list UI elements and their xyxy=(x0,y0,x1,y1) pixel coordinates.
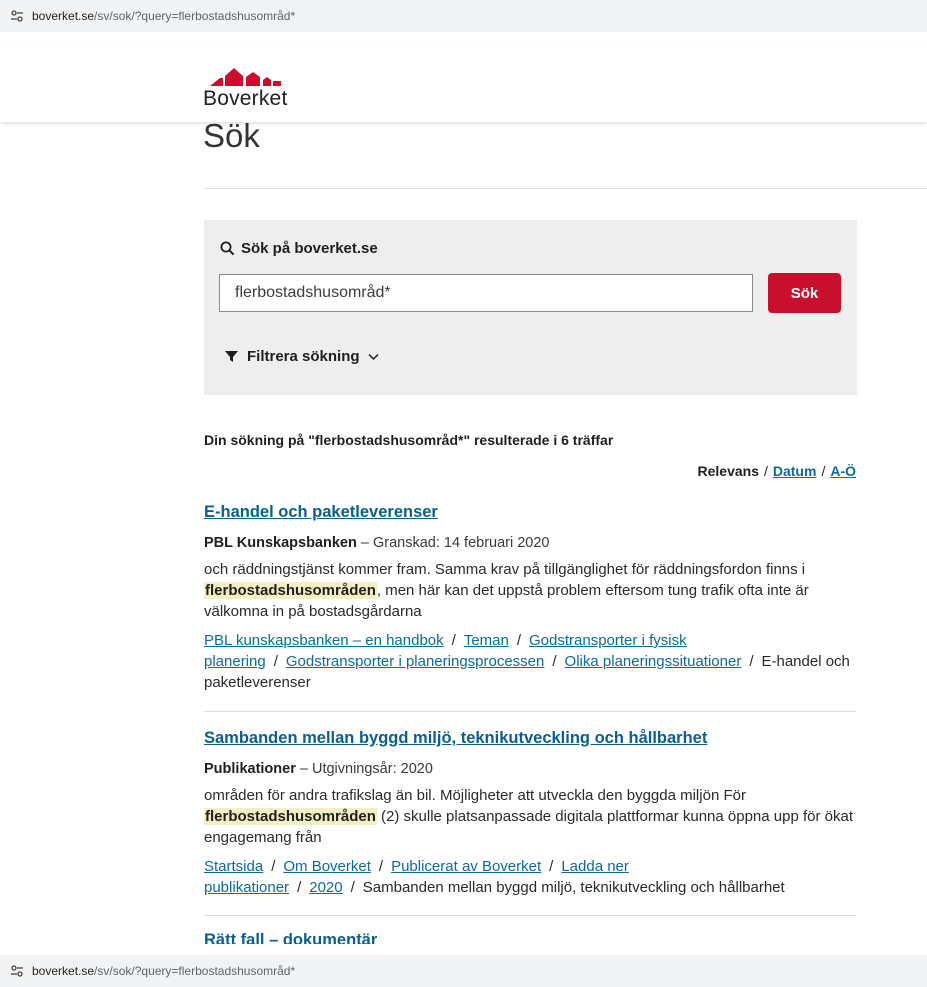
partial-result-title[interactable]: Rätt fall – dokumentär xyxy=(204,931,377,944)
breadcrumb-current: Sambanden mellan byggd miljö, teknikutve… xyxy=(362,879,785,896)
breadcrumb-separator: / xyxy=(271,858,276,875)
result-summary: Din sökning på "flerbostadshusområd*" re… xyxy=(204,432,614,448)
chevron-down-icon xyxy=(368,353,379,360)
breadcrumb-link[interactable]: Olika planeringssituationer xyxy=(565,653,742,670)
breadcrumb-link[interactable]: PBL kunskapsbanken – en handbok xyxy=(204,632,444,649)
url-domain: boverket.se xyxy=(32,964,95,978)
search-label: Sök på boverket.se xyxy=(220,240,378,257)
page-title: Sök xyxy=(203,117,260,154)
search-panel: Sök på boverket.se Sök Filtrera sökning xyxy=(204,220,857,395)
result-title: Sambanden mellan byggd miljö, teknikutve… xyxy=(204,729,856,748)
result-meta: Publikationer – Utgivningsår: 2020 xyxy=(204,761,856,777)
breadcrumb-separator: / xyxy=(552,653,557,670)
snippet-highlight: flerbostadshusområden xyxy=(204,582,377,599)
search-label-text: Sök på boverket.se xyxy=(241,240,378,257)
filter-label: Filtrera sökning xyxy=(247,348,360,365)
search-result: E-handel och paketleverenser PBL Kunskap… xyxy=(204,503,856,693)
sort-date-link[interactable]: Datum xyxy=(773,463,817,479)
breadcrumb-separator: / xyxy=(549,858,554,875)
site-info-icon xyxy=(11,965,23,977)
breadcrumb-link[interactable]: Teman xyxy=(464,632,509,649)
search-button[interactable]: Sök xyxy=(768,273,841,313)
result-date: – Granskad: 14 februari 2020 xyxy=(356,535,550,551)
address-bar[interactable]: boverket.se/sv/sok/?query=flerbostadshus… xyxy=(0,0,927,32)
result-divider xyxy=(204,915,856,916)
result-meta: PBL Kunskapsbanken – Granskad: 14 februa… xyxy=(204,535,856,551)
sort-relevance: Relevans xyxy=(697,463,759,479)
url-domain: boverket.se xyxy=(32,9,95,23)
sort-separator: / xyxy=(821,463,826,479)
breadcrumb-separator: / xyxy=(350,879,355,896)
snippet-text: områden för andra trafikslag än bil. Möj… xyxy=(204,787,746,804)
search-result: Sambanden mellan byggd miljö, teknikutve… xyxy=(204,729,856,898)
breadcrumb-separator: / xyxy=(451,632,456,649)
url-path: /sv/sok/?query=flerbostadshusområd* xyxy=(94,9,296,23)
breadcrumb-separator: / xyxy=(273,653,278,670)
sort-separator: / xyxy=(763,463,768,479)
sort-options: Relevans / Datum / A-Ö xyxy=(698,463,857,479)
sort-az-link[interactable]: A-Ö xyxy=(830,463,856,479)
site-info-icon[interactable] xyxy=(10,9,24,23)
result-title-link[interactable]: Sambanden mellan byggd miljö, teknikutve… xyxy=(204,729,707,747)
breadcrumb-separator: / xyxy=(749,653,754,670)
result-title: E-handel och paketleverenser xyxy=(204,503,856,522)
search-icon xyxy=(220,241,235,256)
result-date: – Utgivningsår: 2020 xyxy=(295,761,433,777)
site-header: Boverket xyxy=(0,42,927,122)
breadcrumb-link[interactable]: Publicerat av Boverket xyxy=(391,858,541,875)
breadcrumb-separator: / xyxy=(378,858,384,875)
result-snippet: områden för andra trafikslag än bil. Möj… xyxy=(204,785,856,848)
search-input[interactable] xyxy=(219,274,753,312)
result-breadcrumb: Startsida / Om Boverket / Publicerat av Bove… xyxy=(204,856,856,898)
breadcrumb-link[interactable]: 2020 xyxy=(309,879,342,896)
breadcrumb-link[interactable]: Godstransporter i planeringsprocessen xyxy=(286,653,544,670)
result-divider xyxy=(204,711,856,712)
breadcrumb-separator: / xyxy=(297,879,302,896)
url-path: /sv/sok/?query=flerbostadshusområd* xyxy=(94,964,296,978)
result-breadcrumb: PBL kunskapsbanken – en handbok / Teman / Go… xyxy=(204,630,856,693)
breadcrumb-separator: / xyxy=(516,632,522,649)
result-title-link[interactable]: E-handel och paketleverenser xyxy=(204,503,438,521)
title-divider xyxy=(203,188,927,189)
breadcrumb-link[interactable]: Om Boverket xyxy=(283,858,371,875)
filter-toggle[interactable]: Filtrera sökning xyxy=(225,348,388,365)
status-url-bar: boverket.se/sv/sok/?query=flerbostadshus… xyxy=(0,955,927,987)
result-category: Publikationer xyxy=(204,761,296,777)
snippet-highlight: flerbostadshusområden xyxy=(204,808,377,825)
filter-icon xyxy=(225,351,238,362)
breadcrumb-link[interactable]: Startsida xyxy=(204,858,263,875)
result-category: PBL Kunskapsbanken xyxy=(204,535,357,551)
logo-text: Boverket xyxy=(203,87,288,110)
snippet-text: och räddningstjänst kommer fram. Samma k… xyxy=(204,561,806,578)
result-snippet: och räddningstjänst kommer fram. Samma k… xyxy=(204,559,856,622)
